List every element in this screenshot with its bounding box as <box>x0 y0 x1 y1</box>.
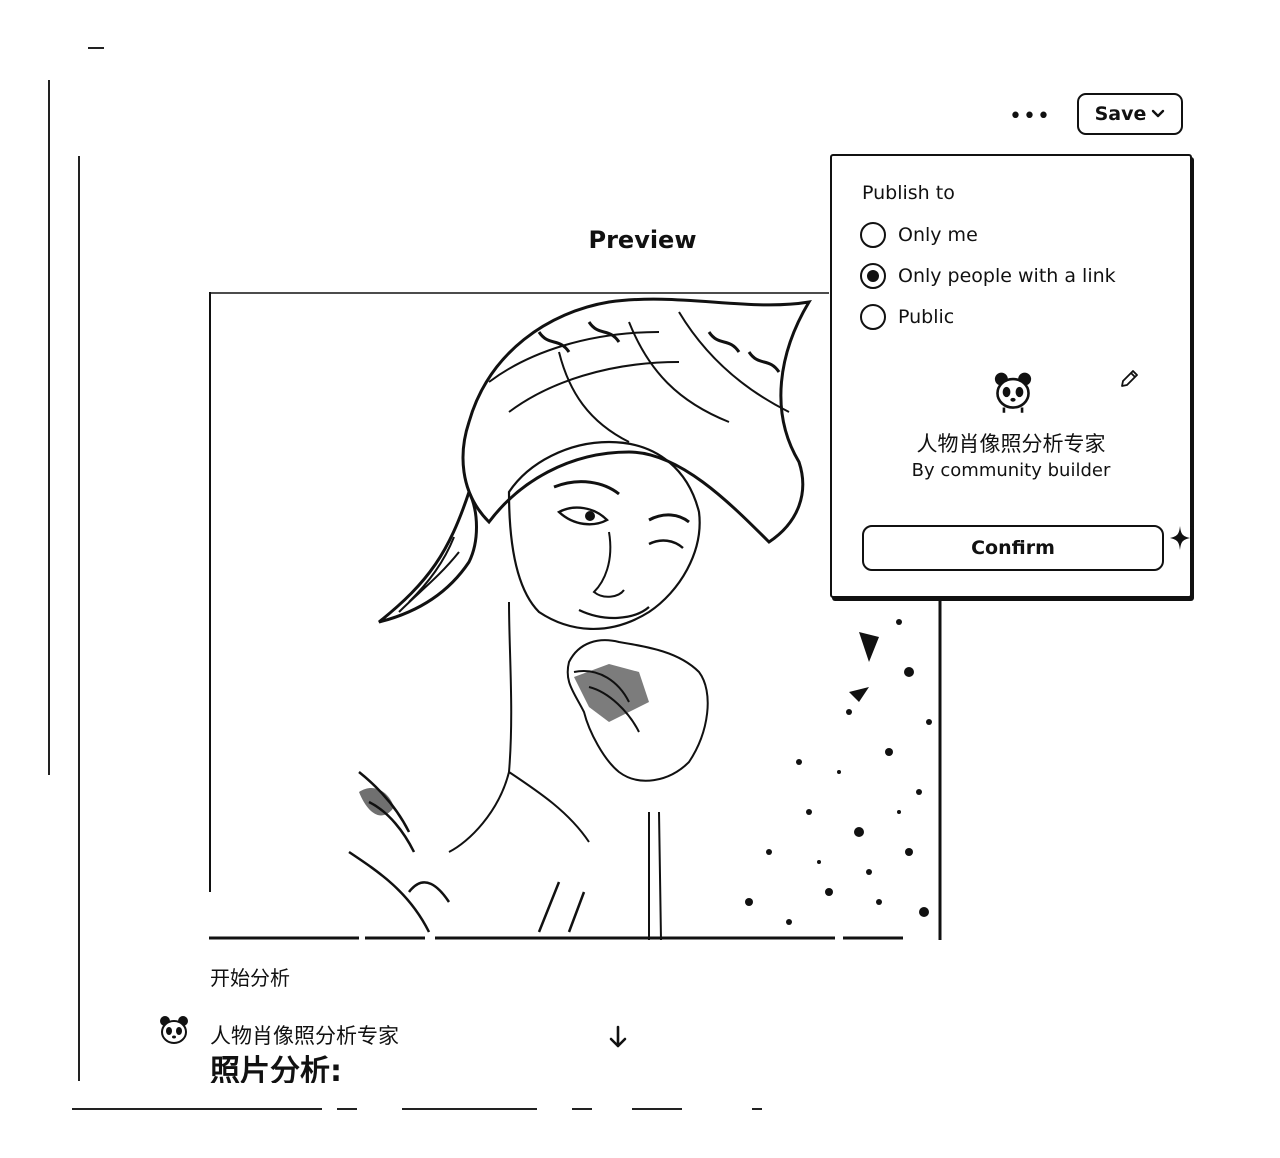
save-button[interactable]: Save <box>1077 93 1183 135</box>
inner-left-border <box>78 156 80 1081</box>
response-heading: 照片分析: <box>210 1054 342 1083</box>
radio-public[interactable]: Public <box>860 301 954 333</box>
radio-button[interactable] <box>860 304 886 330</box>
user-message: 开始分析 <box>210 966 290 990</box>
gpt-name: 人物肖像照分析专家 <box>916 432 1106 456</box>
publish-to-label: Publish to <box>862 182 955 204</box>
radio-button[interactable] <box>860 222 886 248</box>
save-label: Save <box>1094 103 1147 125</box>
publish-popover: Publish to Only me Only people with a li… <box>830 154 1192 598</box>
gpt-author: By community builder <box>911 460 1111 481</box>
radio-label: Only me <box>898 224 978 246</box>
radio-button-selected[interactable] <box>860 263 886 289</box>
outer-left-border <box>48 80 50 775</box>
panda-icon <box>160 1016 188 1044</box>
bot-name: 人物肖像照分析专家 <box>210 1024 399 1048</box>
preview-title: Preview <box>588 226 697 254</box>
confirm-button[interactable]: Confirm <box>862 525 1164 571</box>
panda-icon <box>994 372 1032 413</box>
more-options-button[interactable]: ••• <box>1009 104 1051 130</box>
radio-label: Public <box>898 306 955 328</box>
radio-only-people-with-link[interactable]: Only people with a link <box>860 260 1116 292</box>
top-left-mark <box>88 47 104 49</box>
chevron-down-icon <box>1152 109 1165 118</box>
pencil-icon[interactable] <box>1118 368 1140 390</box>
bottom-border <box>72 1108 762 1110</box>
arrow-down-icon[interactable] <box>606 1024 630 1050</box>
ellipsis-icon: ••• <box>1009 104 1051 129</box>
sparkle-icon <box>1170 526 1194 554</box>
radio-only-me[interactable]: Only me <box>860 219 978 251</box>
radio-label: Only people with a link <box>898 265 1116 287</box>
